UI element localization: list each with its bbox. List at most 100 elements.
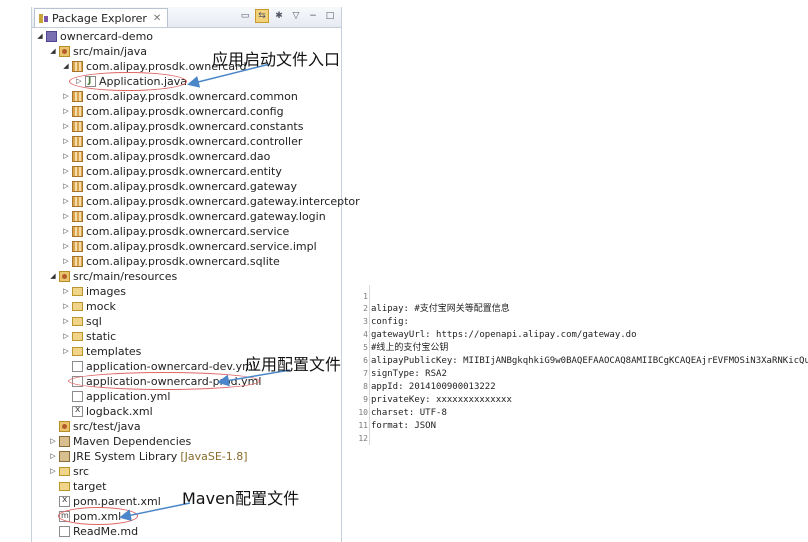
collapsed-icon[interactable]: ▷: [62, 89, 70, 104]
tree-item-folder[interactable]: ▷ src: [49, 464, 89, 479]
library-icon: [59, 436, 70, 447]
package-icon: [72, 91, 83, 102]
tree-item-package[interactable]: ▷ com.alipay.prosdk.ownercard.gateway.log…: [62, 209, 325, 224]
expanded-icon[interactable]: ◢: [62, 59, 70, 74]
line-number: 9: [363, 395, 368, 404]
tree-item-package[interactable]: ▷ com.alipay.prosdk.ownercard.service.imp…: [62, 239, 317, 254]
expanded-icon[interactable]: ◢: [49, 269, 57, 284]
tree-item-folder[interactable]: ▷ static: [62, 329, 116, 344]
tree-item-label: mock: [86, 300, 116, 313]
code-text: format: JSON: [371, 421, 437, 431]
tree-item-source-folder[interactable]: ◢ src/main/resources: [49, 269, 177, 284]
collapsed-icon[interactable]: ▷: [62, 149, 70, 164]
tree-item-source-folder[interactable]: ◢ src/main/java: [49, 44, 147, 59]
tree-item-source-folder[interactable]: src/test/java: [59, 419, 141, 434]
expanded-icon[interactable]: ◢: [49, 44, 57, 59]
link-with-editor-icon[interactable]: ⇆: [255, 9, 269, 23]
code-text: gatewayUrl: https://openapi.alipay.com/g…: [371, 330, 637, 340]
tree-item-package[interactable]: ▷ com.alipay.prosdk.ownercard.common: [62, 89, 298, 104]
package-explorer-icon: [39, 13, 48, 23]
expanded-icon[interactable]: ◢: [36, 29, 44, 44]
tree-item-label: src: [73, 465, 90, 478]
tree-item-folder[interactable]: ▷ templates: [62, 344, 141, 359]
tree-item-file[interactable]: application.yml: [72, 389, 170, 404]
folder-icon: [72, 347, 83, 356]
code-text: config:: [371, 317, 409, 327]
tree-item-package[interactable]: ▷ com.alipay.prosdk.ownercard.constants: [62, 119, 303, 134]
tree-item-package[interactable]: ▷ com.alipay.prosdk.ownercard.entity: [62, 164, 282, 179]
tree-item-label: com.alipay.prosdk.ownercard.dao: [86, 150, 271, 163]
project-icon: [46, 31, 57, 42]
collapsed-icon[interactable]: ▷: [62, 299, 70, 314]
package-icon: [72, 211, 83, 222]
collapsed-icon[interactable]: ▷: [62, 314, 70, 329]
tree-item-project[interactable]: ◢ ownercard-demo: [36, 29, 153, 44]
collapsed-icon[interactable]: ▷: [62, 329, 70, 344]
line-number: 4: [363, 330, 368, 339]
tree-item-library[interactable]: ▷ Maven Dependencies: [49, 434, 191, 449]
minimize-icon[interactable]: −: [306, 9, 320, 23]
view-toolbar: ▭ ⇆ ✱ ▽ − □: [238, 9, 337, 23]
line-number: 10: [358, 408, 368, 417]
collapsed-icon[interactable]: ▷: [62, 344, 70, 359]
tree-item-library[interactable]: ▷ JRE System Library [JavaSE-1.8]: [49, 449, 248, 464]
collapsed-icon[interactable]: ▷: [62, 224, 70, 239]
collapsed-icon[interactable]: ▷: [62, 254, 70, 269]
line-number: 7: [363, 369, 368, 378]
package-icon: [72, 136, 83, 147]
collapsed-icon[interactable]: ▷: [62, 194, 70, 209]
tree-item-label: images: [86, 285, 126, 298]
collapsed-icon[interactable]: ▷: [49, 434, 57, 449]
collapsed-icon[interactable]: ▷: [62, 239, 70, 254]
collapsed-icon[interactable]: ▷: [62, 119, 70, 134]
tree-item-label: ownercard-demo: [60, 30, 154, 43]
tree-item-package[interactable]: ▷ com.alipay.prosdk.ownercard.service: [62, 224, 289, 239]
line-number: 3: [363, 317, 368, 326]
collapsed-icon[interactable]: ▷: [62, 284, 70, 299]
folder-icon: [72, 302, 83, 311]
tree-item-file[interactable]: logback.xml: [72, 403, 153, 419]
package-explorer-tab[interactable]: Package Explorer ✕: [34, 8, 169, 27]
jre-version-label: [JavaSE-1.8]: [180, 450, 248, 463]
collapse-all-icon[interactable]: ▭: [238, 9, 252, 23]
maximize-icon[interactable]: □: [323, 9, 337, 23]
tree-item-package[interactable]: ▷ com.alipay.prosdk.ownercard.config: [62, 104, 283, 119]
source-folder-icon: [59, 421, 70, 432]
tree-item-folder[interactable]: ▷ images: [62, 284, 126, 299]
collapsed-icon[interactable]: ▷: [62, 179, 70, 194]
collapsed-icon[interactable]: ▷: [62, 164, 70, 179]
yaml-code-view: 1 2 alipay: #支付宝网关等配置信息 3 config: 4 gatew…: [355, 285, 808, 445]
focus-icon[interactable]: ✱: [272, 9, 286, 23]
annotation-maven-config: Maven配置文件: [182, 489, 300, 508]
tree-item-folder[interactable]: ▷ sql: [62, 314, 101, 329]
package-explorer-panel: Package Explorer ✕ ▭ ⇆ ✱ ▽ − □ ◢ ownercar…: [31, 7, 360, 542]
tree-item-folder[interactable]: ▷ mock: [62, 299, 116, 314]
collapsed-icon[interactable]: ▷: [62, 134, 70, 149]
tree-item-package[interactable]: ▷ com.alipay.prosdk.ownercard.gateway.int…: [62, 194, 359, 209]
view-menu-icon[interactable]: ▽: [289, 9, 303, 23]
tree-item-label: ReadMe.md: [73, 525, 139, 538]
folder-icon: [72, 317, 83, 326]
tree-item-label: com.alipay.prosdk.ownercard.service.impl: [86, 240, 317, 253]
tree-item-label: com.alipay.prosdk.ownercard.constants: [86, 120, 304, 133]
close-icon[interactable]: ✕: [153, 13, 161, 24]
tree-item-package[interactable]: ▷ com.alipay.prosdk.ownercard.gateway: [62, 179, 297, 194]
tree-item-package[interactable]: ▷ com.alipay.prosdk.ownercard.controller: [62, 134, 302, 149]
package-icon: [72, 226, 83, 237]
tree-item-label: templates: [86, 345, 142, 358]
collapsed-icon[interactable]: ▷: [62, 104, 70, 119]
source-folder-icon: [59, 46, 70, 57]
collapsed-icon[interactable]: ▷: [49, 449, 57, 464]
tree-item-label: logback.xml: [86, 405, 153, 418]
tree-item-package[interactable]: ▷ com.alipay.prosdk.ownercard.dao: [62, 149, 270, 164]
annotation-app-config: 应用配置文件: [245, 355, 342, 374]
tree-item-folder[interactable]: target: [59, 479, 106, 494]
collapsed-icon[interactable]: ▷: [62, 209, 70, 224]
tree-item-file[interactable]: ReadMe.md: [59, 524, 138, 539]
tree-item-package[interactable]: ▷ com.alipay.prosdk.ownercard.sqlite: [62, 254, 280, 269]
folder-icon: [59, 482, 70, 491]
package-icon: [72, 166, 83, 177]
package-icon: [72, 121, 83, 132]
annotation-app-entry: 应用启动文件入口: [212, 50, 341, 69]
collapsed-icon[interactable]: ▷: [49, 464, 57, 479]
